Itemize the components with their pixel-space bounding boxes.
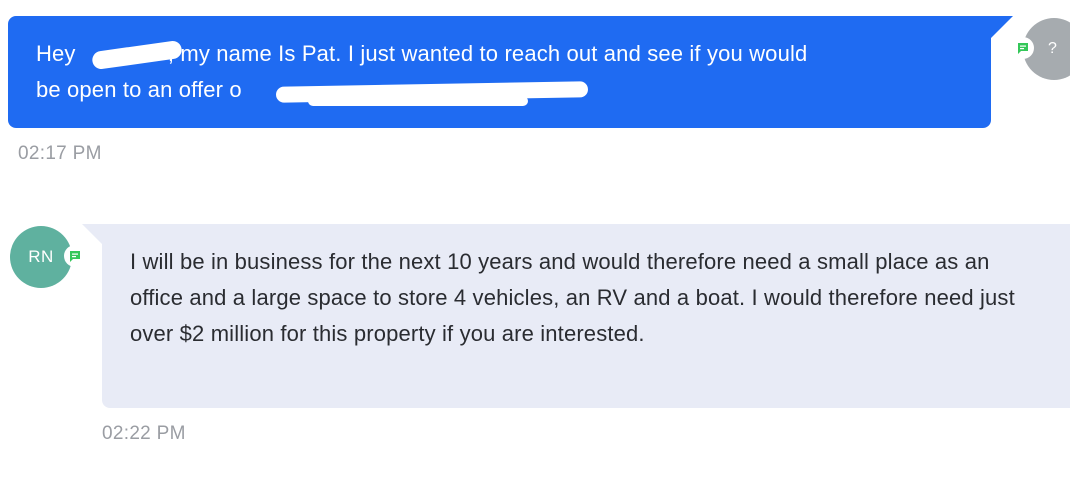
incoming-timestamp: 02:22 PM (102, 423, 186, 444)
outgoing-message-bubble[interactable]: Hey , my name Is Pat. I just wanted to r… (8, 16, 1013, 128)
incoming-message-bubble[interactable]: I will be in business for the next 10 ye… (82, 224, 1070, 408)
chat-thread: Hey , my name Is Pat. I just wanted to r… (0, 0, 1070, 488)
outgoing-timestamp: 02:17 PM (18, 143, 102, 164)
avatar[interactable]: RN (10, 226, 72, 288)
incoming-message-text: I will be in business for the next 10 ye… (130, 249, 1015, 346)
outgoing-text-greeting: Hey (36, 41, 82, 66)
outgoing-text-line2: be open to an offer o (36, 77, 242, 102)
outgoing-text-body: , my name Is Pat. I just wanted to reach… (167, 41, 808, 66)
sms-chat-icon (64, 245, 86, 267)
avatar-initials: ? (1048, 40, 1057, 57)
redaction-scribble (308, 96, 528, 106)
avatar-initials: RN (28, 247, 54, 266)
sms-chat-icon (1012, 37, 1034, 59)
